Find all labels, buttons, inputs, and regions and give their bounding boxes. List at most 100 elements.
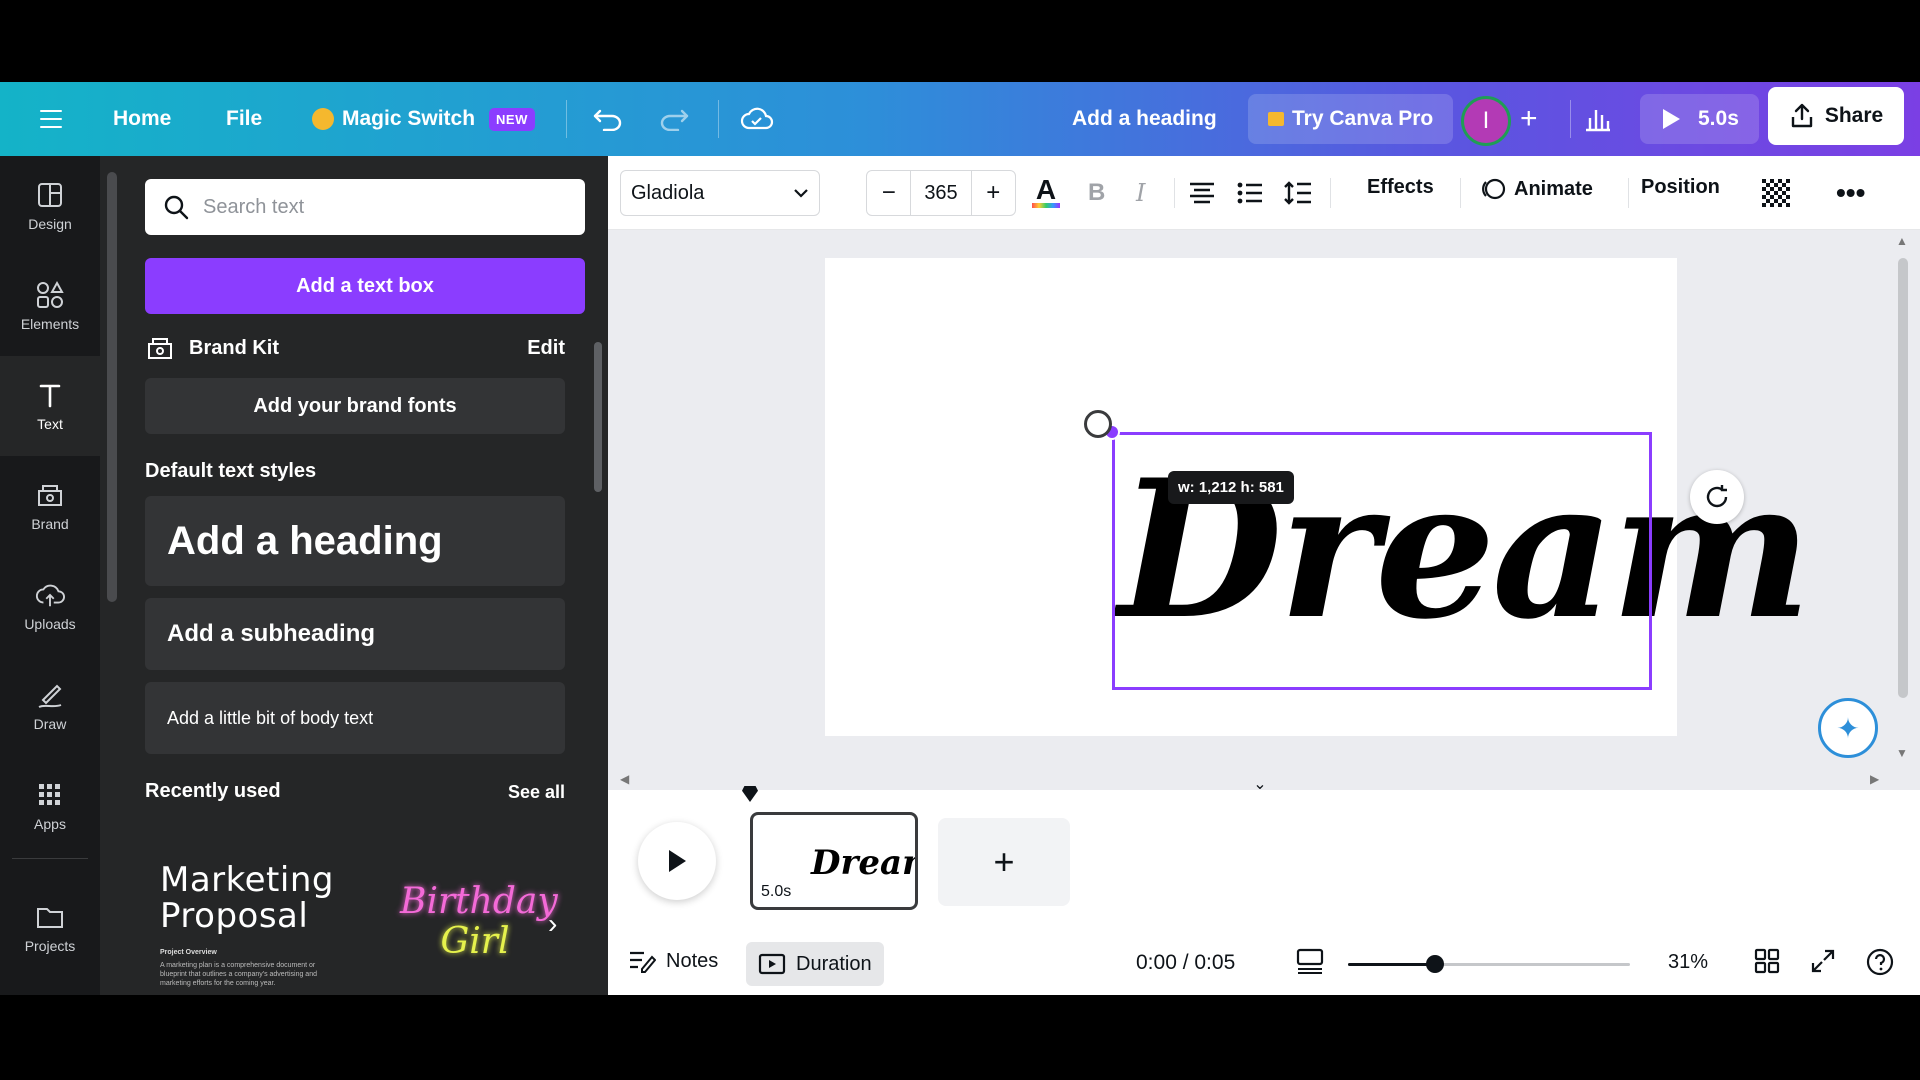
rail-label: Draw — [33, 716, 67, 732]
chevron-right-icon[interactable]: › — [548, 908, 557, 940]
file-menu[interactable]: File — [226, 82, 262, 156]
increase-size-button[interactable]: + — [972, 179, 1015, 207]
dimensions-tooltip: w: 1,212 h: 581 — [1168, 471, 1294, 504]
rotate-refresh-icon[interactable] — [1690, 470, 1744, 524]
playback-time: 0:00 / 0:05 — [1136, 951, 1236, 974]
design-title[interactable]: Add a heading — [1072, 82, 1217, 156]
timeline-collapse-chevron-icon[interactable]: ⌄ — [1210, 774, 1310, 798]
font-family-select[interactable]: Gladiola — [620, 170, 820, 216]
toolbar-divider — [1460, 178, 1461, 208]
rail-item-uploads[interactable]: Uploads — [0, 556, 100, 656]
timeline-play-button[interactable] — [638, 822, 716, 900]
scroll-left-arrow-icon[interactable]: ◀ — [620, 772, 629, 786]
add-text-box-button[interactable]: Add a text box — [145, 258, 585, 314]
position-button[interactable]: Position — [1641, 176, 1720, 199]
text-color-icon[interactable]: A — [1032, 175, 1060, 208]
zoom-slider-knob[interactable] — [1426, 955, 1444, 973]
search-icon — [164, 195, 189, 220]
undo-icon[interactable] — [592, 82, 624, 156]
zoom-slider-fill — [1348, 963, 1435, 966]
page-thumbnail[interactable]: Dream 5.0s — [750, 812, 918, 910]
brand-kit-label: Brand Kit — [189, 336, 279, 359]
add-page-button[interactable]: + — [938, 818, 1070, 906]
more-options-icon[interactable]: ••• — [1836, 177, 1865, 208]
decrease-size-button[interactable]: − — [867, 179, 910, 207]
animate-button[interactable]: Animate — [1480, 176, 1593, 202]
rail-scrollbar[interactable] — [107, 172, 117, 602]
scroll-up-arrow-icon[interactable]: ▲ — [1896, 234, 1908, 248]
add-brand-fonts-button[interactable]: Add your brand fonts — [145, 378, 565, 434]
brand-icon — [35, 480, 65, 510]
animate-icon — [1482, 178, 1506, 200]
try-canva-pro-button[interactable]: Try Canva Pro — [1248, 94, 1454, 144]
grid-view-icon[interactable] — [1754, 948, 1780, 974]
brand-kit-icon — [148, 338, 172, 359]
rail-label: Elements — [20, 316, 80, 332]
add-heading-style[interactable]: Add a heading — [145, 496, 565, 586]
folder-icon — [35, 902, 65, 932]
insights-chart-icon[interactable] — [1584, 82, 1612, 156]
birthday-line2: Girl — [440, 921, 510, 962]
crown-icon — [1268, 112, 1284, 126]
notes-button[interactable]: Notes — [628, 949, 718, 973]
font-size-value[interactable]: 365 — [910, 171, 972, 215]
avatar[interactable]: I — [1461, 96, 1511, 146]
scroll-down-arrow-icon[interactable]: ▼ — [1896, 746, 1908, 760]
magic-sparkle-icon[interactable]: ✦ — [1818, 698, 1878, 758]
font-size-stepper: − 365 + — [866, 170, 1016, 216]
layout-icon — [35, 180, 65, 210]
see-all-link[interactable]: See all — [508, 782, 565, 803]
rail-item-text[interactable]: Text — [0, 356, 100, 456]
italic-icon[interactable]: I — [1136, 178, 1145, 208]
menu-hamburger-icon[interactable] — [36, 82, 66, 156]
line-spacing-icon[interactable] — [1284, 178, 1312, 208]
search-input[interactable] — [203, 195, 563, 219]
marketing-line1: Marketing — [160, 860, 334, 900]
rail-item-projects[interactable]: Projects — [0, 878, 100, 978]
add-subheading-style[interactable]: Add a subheading — [145, 598, 565, 670]
magic-switch-icon — [312, 108, 334, 130]
zoom-percentage[interactable]: 31% — [1668, 951, 1708, 974]
play-duration: 5.0s — [1698, 107, 1739, 130]
recent-birthday-girl[interactable]: Birthday Girl — [400, 862, 558, 995]
page-view-icon[interactable] — [1296, 948, 1324, 974]
effects-button[interactable]: Effects — [1367, 176, 1434, 199]
recently-used-title: Recently used — [145, 780, 281, 802]
duration-button[interactable]: Duration — [746, 942, 884, 986]
panel-scrollbar[interactable] — [594, 342, 602, 492]
notes-icon — [630, 951, 656, 973]
share-icon — [1791, 103, 1813, 128]
top-header: Home File Magic Switch NEW Add a heading… — [0, 82, 1920, 156]
present-play-button[interactable]: 5.0s — [1640, 94, 1759, 144]
rail-item-elements[interactable]: Elements — [0, 256, 100, 356]
marketing-sub-title: Project Overview — [160, 949, 217, 956]
chevron-down-icon — [794, 189, 808, 198]
rail-item-draw[interactable]: Draw — [0, 656, 100, 756]
bold-icon[interactable]: B — [1088, 178, 1105, 208]
thumbnail-text: Dream — [811, 843, 915, 883]
align-center-icon[interactable] — [1188, 178, 1216, 208]
toolbar-divider — [1628, 178, 1629, 208]
help-icon[interactable] — [1866, 948, 1894, 976]
scroll-right-arrow-icon[interactable]: ▶ — [1870, 772, 1879, 786]
home-link[interactable]: Home — [113, 82, 171, 156]
canvas-vertical-scrollbar[interactable] — [1898, 258, 1908, 698]
invite-plus-icon[interactable]: + — [1520, 82, 1538, 156]
bullet-list-icon[interactable] — [1236, 178, 1264, 208]
cloud-upload-icon — [35, 580, 65, 610]
toolbar-divider — [1330, 178, 1331, 208]
add-body-text-style[interactable]: Add a little bit of body text — [145, 682, 565, 754]
brand-kit-edit-link[interactable]: Edit — [527, 337, 565, 360]
recent-marketing-proposal[interactable]: Marketing Proposal Project Overview A ma… — [160, 862, 380, 995]
magic-switch-button[interactable]: Magic Switch NEW — [312, 82, 535, 156]
share-button[interactable]: Share — [1768, 87, 1904, 145]
rail-item-apps[interactable]: Apps — [0, 756, 100, 856]
transparency-icon[interactable] — [1762, 178, 1790, 208]
rail-item-brand[interactable]: Brand — [0, 456, 100, 556]
search-box[interactable] — [145, 179, 585, 235]
redo-icon[interactable] — [658, 82, 690, 156]
header-divider — [1570, 100, 1571, 138]
fullscreen-icon[interactable] — [1810, 948, 1836, 974]
rail-item-design[interactable]: Design — [0, 156, 100, 256]
cloud-sync-icon[interactable] — [740, 82, 774, 156]
